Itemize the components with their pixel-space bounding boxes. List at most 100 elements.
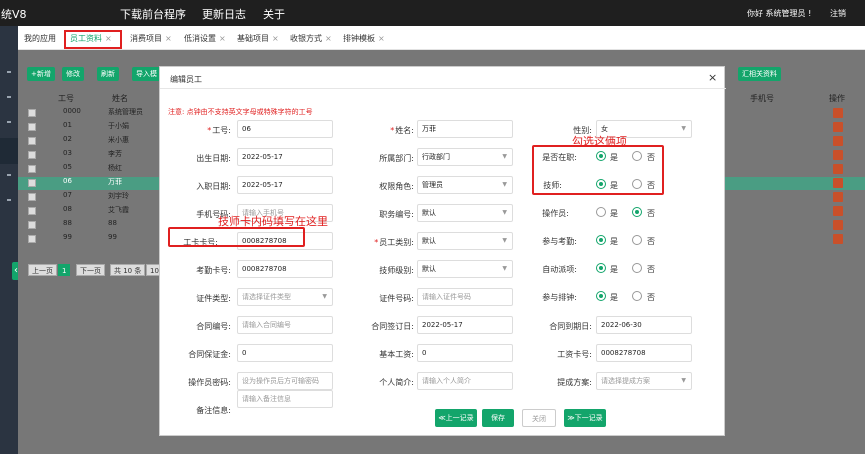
close-icon[interactable]: × <box>272 34 279 43</box>
page-1-button[interactable]: 1 <box>58 264 71 276</box>
nav-about[interactable]: 关于 <box>263 6 285 22</box>
user-greeting[interactable]: 你好 系统管理员 ! <box>747 8 811 19</box>
delete-icon[interactable] <box>833 150 843 160</box>
close-icon[interactable]: × <box>165 34 172 43</box>
next-page-button[interactable]: 下一页 <box>76 264 105 276</box>
id-type-select[interactable]: 请选择证件类型 ▼ <box>237 288 333 306</box>
auto-dispatch-no-radio[interactable] <box>632 263 642 273</box>
label-salary: 基本工资: <box>379 350 414 359</box>
edit-button[interactable]: 修改 <box>62 67 84 81</box>
label-name: *姓名: <box>390 126 414 135</box>
contract-no-field[interactable]: 请输入合同编号 <box>237 316 333 334</box>
column-header-name: 姓名 <box>112 94 128 103</box>
nav-download-frontend[interactable]: 下载前台程序 <box>120 6 186 22</box>
related-info-button[interactable]: 汇相关资料 <box>738 67 781 81</box>
label-schedule: 参与排钟: <box>542 293 577 302</box>
row-checkbox[interactable] <box>28 235 36 243</box>
delete-icon[interactable] <box>833 136 843 146</box>
deposit-field[interactable]: 0 <box>237 344 333 362</box>
contract-date-field[interactable]: 2022-05-17 <box>417 316 513 334</box>
label-entry-date: 入职日期: <box>196 182 231 191</box>
delete-icon[interactable] <box>833 220 843 230</box>
label-id-type: 证件类型: <box>196 294 231 303</box>
emp-no-field[interactable]: 06 <box>237 120 333 138</box>
operator-yes-radio[interactable] <box>596 207 606 217</box>
attendance-no-radio[interactable] <box>632 235 642 245</box>
sidebar-item-icon[interactable] <box>7 96 11 98</box>
dialog-note: 注意: 点钟由不支持英文字母或特殊字符的工号 <box>168 108 313 116</box>
delete-icon[interactable] <box>833 164 843 174</box>
attendance-yes-radio[interactable] <box>596 235 606 245</box>
logout-link[interactable]: 注销 <box>830 8 846 19</box>
row-checkbox[interactable] <box>28 193 36 201</box>
dialog-header: 编辑员工 × <box>160 67 726 89</box>
sidebar: ‹ <box>0 26 20 454</box>
birth-date-field[interactable]: 2022-05-17 <box>237 148 333 166</box>
prev-page-button[interactable]: 上一页 <box>28 264 57 276</box>
annotation-box-tab <box>64 30 122 49</box>
category-select[interactable]: 默认 ▼ <box>417 232 513 250</box>
tech-level-select[interactable]: 默认 ▼ <box>417 260 513 278</box>
close-icon[interactable]: × <box>325 34 332 43</box>
delete-icon[interactable] <box>833 192 843 202</box>
row-checkbox[interactable] <box>28 137 36 145</box>
nav-update-log[interactable]: 更新日志 <box>202 6 246 22</box>
row-checkbox[interactable] <box>28 151 36 159</box>
chevron-down-icon: ▼ <box>681 125 686 132</box>
close-icon[interactable]: × <box>378 34 385 43</box>
label-emp-no: *工号: <box>207 126 231 135</box>
name-field[interactable]: 万菲 <box>417 120 513 138</box>
auto-dispatch-yes-label: 是 <box>610 265 618 274</box>
add-button[interactable]: +新增 <box>27 67 55 81</box>
auto-dispatch-yes-radio[interactable] <box>596 263 606 273</box>
tab-payment[interactable]: 收银方式 × <box>290 33 332 44</box>
tab-my-apps[interactable]: 我的应用 <box>24 33 56 44</box>
save-button[interactable]: 保存 <box>482 409 514 427</box>
contract-end-field[interactable]: 2022-06-30 <box>596 316 692 334</box>
schedule-no-radio[interactable] <box>632 291 642 301</box>
commission-select[interactable]: 请选择提成方案 ▼ <box>596 372 692 390</box>
operator-no-radio[interactable] <box>632 207 642 217</box>
attendance-card-field[interactable]: 0008278708 <box>237 260 333 278</box>
schedule-yes-radio[interactable] <box>596 291 606 301</box>
sidebar-item-icon[interactable] <box>7 199 11 201</box>
delete-icon[interactable] <box>833 206 843 216</box>
remark-field[interactable]: 请输入备注信息 <box>237 390 333 408</box>
id-no-field[interactable]: 请输入证件号码 <box>417 288 513 306</box>
label-tech-level: 技师级别: <box>379 266 414 275</box>
refresh-button[interactable]: 刷新 <box>97 67 119 81</box>
sidebar-item-icon[interactable] <box>7 71 11 73</box>
row-checkbox[interactable] <box>28 221 36 229</box>
delete-icon[interactable] <box>833 108 843 118</box>
op-password-field[interactable]: 设为操作员后方可输密码 <box>237 372 333 390</box>
salary-card-field[interactable]: 0008278708 <box>596 344 692 362</box>
tab-min-spend[interactable]: 低消设置 × <box>184 33 226 44</box>
sidebar-item-icon[interactable] <box>7 174 11 176</box>
dept-select[interactable]: 行政部门 ▼ <box>417 148 513 166</box>
entry-date-field[interactable]: 2022-05-17 <box>237 176 333 194</box>
row-checkbox[interactable] <box>28 123 36 131</box>
tab-basic-items[interactable]: 基础项目 × <box>237 33 279 44</box>
chevron-down-icon: ▼ <box>322 293 327 300</box>
tab-consumption[interactable]: 消费项目 × <box>130 33 172 44</box>
label-attendance: 参与考勤: <box>542 237 577 246</box>
annotation-box-card <box>168 227 305 247</box>
next-record-button[interactable]: ≫下一记录 <box>564 409 606 427</box>
delete-icon[interactable] <box>833 234 843 244</box>
total-count: 共 10 条 <box>110 264 146 276</box>
row-checkbox[interactable] <box>28 109 36 117</box>
close-button[interactable]: 关闭 <box>522 409 556 427</box>
close-icon[interactable]: × <box>219 34 226 43</box>
intro-field[interactable]: 请输入个人简介 <box>417 372 513 390</box>
tab-schedule-template[interactable]: 排钟模板 × <box>343 33 385 44</box>
import-button[interactable]: 导入模 <box>132 67 161 81</box>
row-checkbox[interactable] <box>28 179 36 187</box>
delete-icon[interactable] <box>833 122 843 132</box>
prev-record-button[interactable]: ≪上一记录 <box>435 409 477 427</box>
row-checkbox[interactable] <box>28 165 36 173</box>
sidebar-item-icon[interactable] <box>7 121 11 123</box>
close-icon[interactable]: × <box>708 71 717 84</box>
salary-field[interactable]: 0 <box>417 344 513 362</box>
row-checkbox[interactable] <box>28 207 36 215</box>
delete-icon[interactable] <box>833 178 843 188</box>
